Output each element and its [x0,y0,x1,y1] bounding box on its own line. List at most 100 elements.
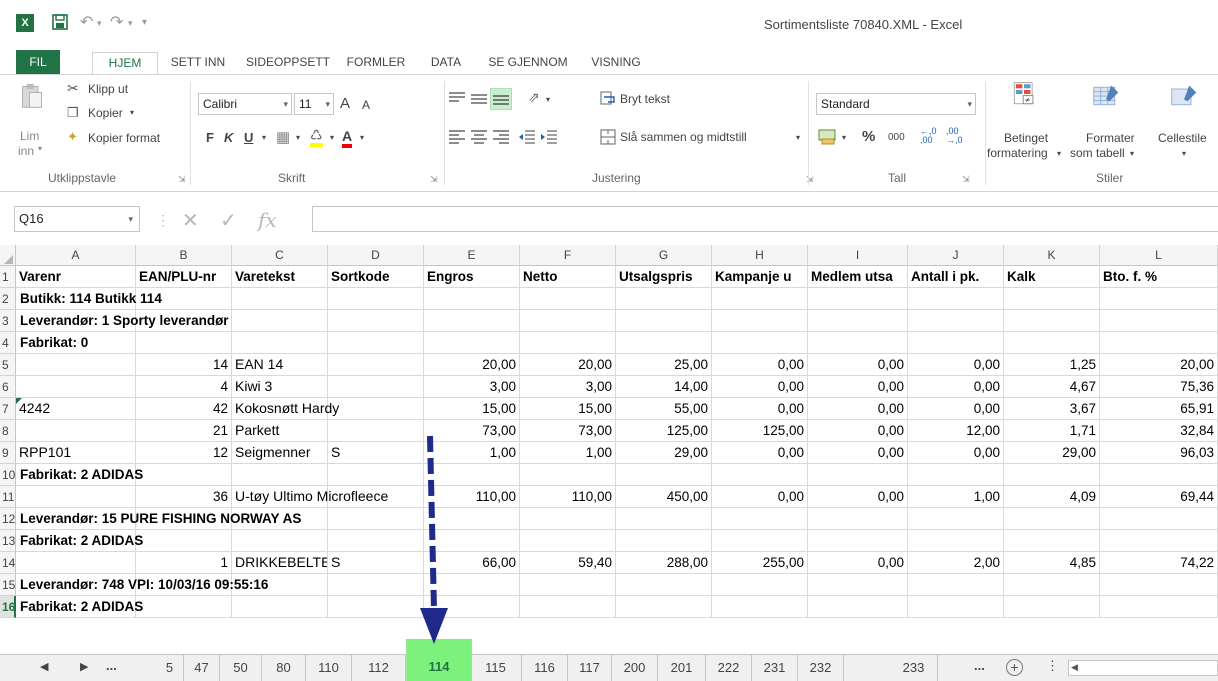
format-table-dropdown-icon[interactable]: ▾ [1130,149,1134,158]
row-header[interactable]: 3 [0,310,16,332]
cell[interactable] [712,530,808,552]
sheet-tab-231[interactable]: 231 [752,655,798,681]
cell[interactable] [808,464,908,486]
format-as-table-icon[interactable] [1092,83,1120,109]
borders-icon[interactable]: ▦ [276,128,290,146]
cell[interactable] [328,332,424,354]
cell[interactable]: Kokosnøtt Hardy [232,398,339,420]
cell[interactable] [520,530,616,552]
cell[interactable] [328,508,424,530]
cell[interactable]: 3,00 [424,376,520,398]
merge-center-icon[interactable] [600,129,616,145]
cell[interactable]: 20,00 [424,354,520,376]
cell[interactable]: Sortkode [328,266,424,288]
cell[interactable] [1100,310,1218,332]
cell[interactable] [520,596,616,618]
cell[interactable] [328,310,424,332]
cell[interactable] [908,574,1004,596]
copy-button[interactable]: Kopier [88,106,123,120]
cell[interactable] [136,596,232,618]
percent-style-button[interactable]: % [862,128,875,145]
cancel-entry-icon[interactable]: ✕ [182,208,199,233]
cell[interactable] [712,508,808,530]
cell[interactable] [908,508,1004,530]
clipboard-launcher-icon[interactable]: ⇲ [178,174,186,185]
undo-icon[interactable]: ↶ [80,12,93,32]
sheet-tab-201[interactable]: 201 [658,655,706,681]
cell[interactable] [328,420,424,442]
column-header-e[interactable]: E [424,245,520,266]
row-header[interactable]: 6 [0,376,16,398]
underline-button[interactable]: U [244,130,253,145]
group-heading-cell[interactable]: Fabrikat: 0 [17,332,88,354]
paste-icon[interactable] [18,83,46,109]
cell[interactable]: 2,00 [908,552,1004,574]
cell[interactable]: Utsalgspris [616,266,712,288]
conditional-formatting-icon[interactable]: ≠ [1010,81,1038,107]
tab-view[interactable]: VISNING [580,52,652,75]
cell[interactable]: 125,00 [712,420,808,442]
cell[interactable] [908,332,1004,354]
cell[interactable] [616,508,712,530]
cell[interactable]: 0,00 [712,442,808,464]
cell[interactable]: Netto [520,266,616,288]
cell[interactable]: 0,00 [808,354,908,376]
tab-data[interactable]: DATA [418,52,474,75]
group-heading-cell[interactable]: Butikk: 114 Butikk 114 [17,288,162,310]
row-header[interactable]: 14 [0,552,16,574]
cell[interactable] [232,596,328,618]
cell[interactable]: 4242 [16,398,136,420]
cell[interactable] [908,310,1004,332]
cell[interactable]: Kalk [1004,266,1100,288]
cell[interactable] [424,332,520,354]
format-as-table-button[interactable]: Formater [1086,131,1135,145]
row-header[interactable]: 4 [0,332,16,354]
cell[interactable] [1100,332,1218,354]
conditional-formatting-button[interactable]: Betinget [1004,131,1048,145]
conditional-formatting-label-2[interactable]: formatering [987,146,1048,160]
cell[interactable] [136,464,232,486]
align-left-icon[interactable] [448,129,466,145]
cell[interactable] [16,376,136,398]
cell[interactable] [808,530,908,552]
name-box[interactable]: Q16 ▾ [14,206,140,232]
cell-styles-icon[interactable] [1170,83,1198,109]
font-color-button[interactable]: A [342,128,353,148]
cell[interactable]: 0,00 [808,420,908,442]
confirm-entry-icon[interactable]: ✓ [220,208,237,233]
cell[interactable] [712,574,808,596]
row-header[interactable]: 7 [0,398,16,420]
cell[interactable] [16,420,136,442]
cell[interactable]: Medlem utsa [808,266,908,288]
merge-center-button[interactable]: Slå sammen og midtstill [620,130,747,144]
cell[interactable] [1100,464,1218,486]
sheet-tab-233[interactable]: 233 [890,655,938,681]
cell[interactable]: 20,00 [520,354,616,376]
sheet-tab-110[interactable]: 110 [306,655,352,681]
sheet-tab-115[interactable]: 115 [470,655,522,681]
column-header-b[interactable]: B [136,245,232,266]
cell[interactable]: Seigmenner [232,442,328,464]
cell[interactable]: 12 [136,442,232,464]
group-heading-cell[interactable]: Leverandør: 15 PURE FISHING NORWAY AS [17,508,301,530]
cell[interactable]: 4,85 [1004,552,1100,574]
cell-styles-dropdown-icon[interactable]: ▾ [1182,149,1186,158]
row-header[interactable]: 11 [0,486,16,508]
cell[interactable]: 3,00 [520,376,616,398]
group-heading-cell[interactable]: Fabrikat: 2 ADIDAS [17,530,143,552]
align-middle-icon[interactable] [470,91,488,107]
cell[interactable] [232,310,328,332]
cell[interactable] [520,464,616,486]
cell[interactable] [328,288,424,310]
tab-home[interactable]: HJEM [92,52,158,75]
cell[interactable]: S [328,442,424,464]
cell[interactable] [520,310,616,332]
row-header[interactable]: 13 [0,530,16,552]
cell[interactable] [712,332,808,354]
cell[interactable] [328,464,424,486]
cell[interactable] [424,288,520,310]
sheet-tab-200[interactable]: 200 [612,655,658,681]
column-header-i[interactable]: I [808,245,908,266]
column-header-f[interactable]: F [520,245,616,266]
cell[interactable]: Antall i pk. [908,266,1004,288]
